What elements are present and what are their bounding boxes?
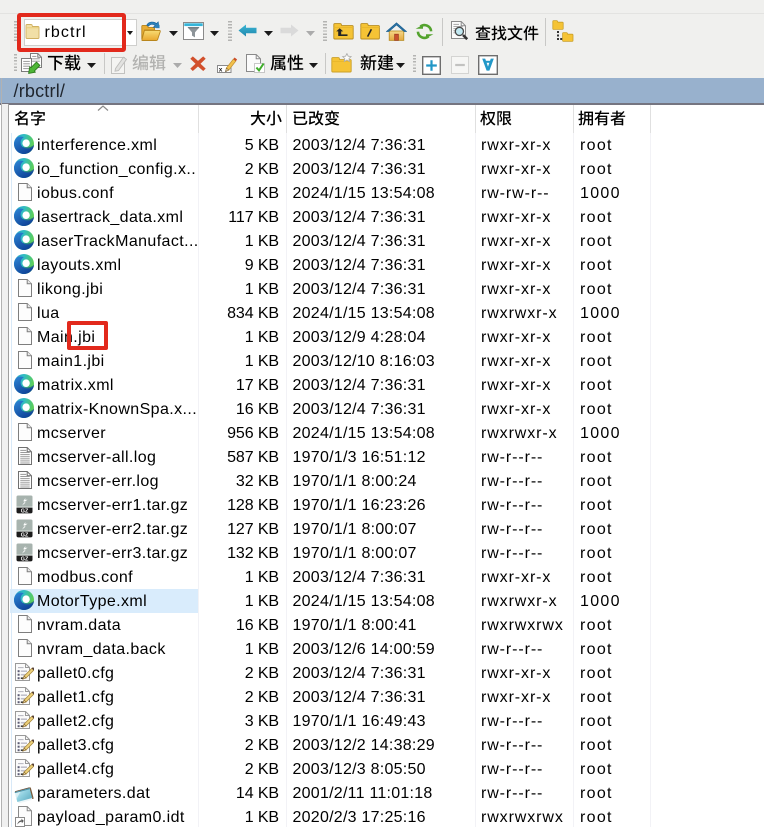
- svg-text:x: x: [218, 67, 222, 74]
- svg-text:GZ: GZ: [21, 556, 29, 562]
- svg-text:GZ: GZ: [21, 508, 29, 514]
- svg-text:GZ: GZ: [21, 532, 29, 538]
